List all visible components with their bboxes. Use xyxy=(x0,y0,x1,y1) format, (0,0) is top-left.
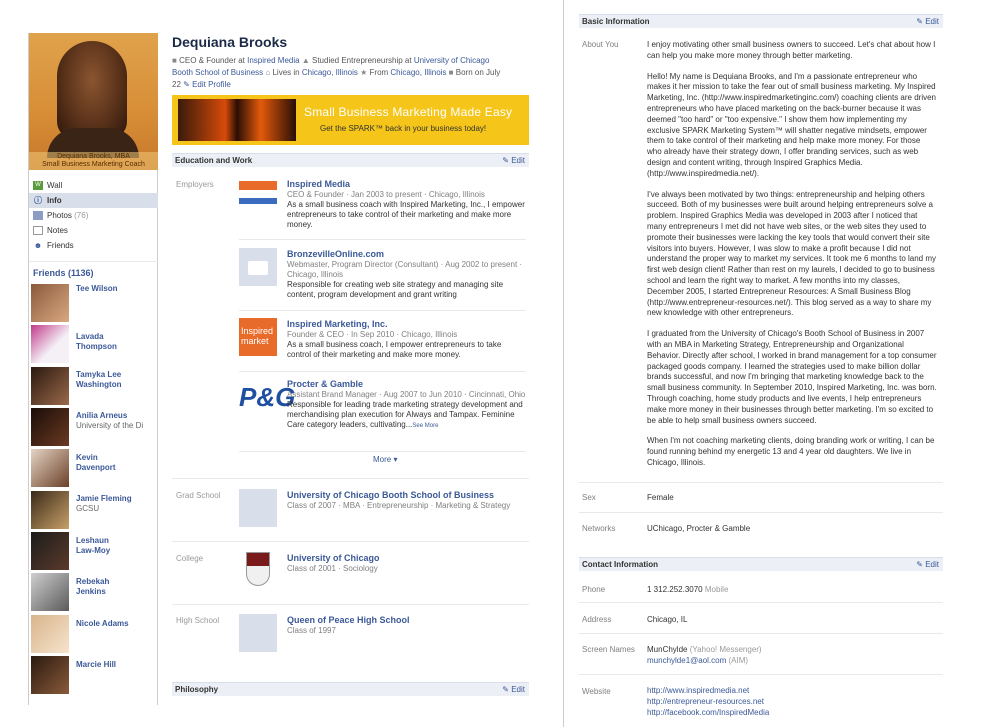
screen-names: MunChylde (Yahoo! Messenger) munchylde1@… xyxy=(647,645,762,665)
friend-item[interactable]: Rebekah Jenkins xyxy=(31,573,157,613)
graduation-cap-icon[interactable] xyxy=(239,489,277,527)
pencil-icon: ✎ xyxy=(916,17,923,26)
profile-face xyxy=(57,41,127,139)
promo-banner[interactable]: Small Business Marketing Made Easy Get t… xyxy=(172,95,529,145)
notes-icon xyxy=(33,226,43,235)
pencil-icon: ✎ xyxy=(502,685,509,694)
friend-avatar xyxy=(31,532,69,570)
address-value: Chicago, IL xyxy=(647,615,688,624)
photo-caption: Dequiana Brooks, MBA Small Business Mark… xyxy=(29,152,158,170)
friends-icon: ☻ xyxy=(33,241,43,250)
school-item: University of Chicago Class of 2001 · Soc… xyxy=(239,552,529,592)
philosophy-header: Philosophy ✎ Edit xyxy=(172,682,529,696)
edit-button[interactable]: ✎ Edit xyxy=(916,15,939,28)
see-more-link[interactable]: See More xyxy=(412,423,438,429)
friend-avatar xyxy=(31,325,69,363)
job-item: BronzevilleOnline.com Webmaster, Program … xyxy=(239,248,529,308)
friend-avatar xyxy=(31,367,69,405)
school-item: Queen of Peace High School Class of 1997 xyxy=(239,614,529,654)
wall-icon: W xyxy=(33,181,43,190)
friend-item[interactable]: Lavada Thompson xyxy=(31,325,157,365)
friend-item[interactable]: Jamie Fleming GCSU xyxy=(31,491,157,531)
contact-info-header: Contact Information ✎ Edit xyxy=(579,557,943,571)
friend-avatar xyxy=(31,573,69,611)
friend-avatar xyxy=(31,284,69,322)
edit-button[interactable]: ✎ Edit xyxy=(502,683,525,696)
job-item: Inspired market Inspired Marketing, Inc.… xyxy=(239,318,502,359)
nav-notes[interactable]: Notes xyxy=(29,223,158,238)
pencil-icon: ✎ xyxy=(916,560,923,569)
school-icon: ▲ xyxy=(301,56,310,65)
briefcase-icon: ■ xyxy=(172,56,177,65)
friends-header[interactable]: Friends (1136) xyxy=(33,268,94,278)
education-work-header: Education and Work ✎ Edit xyxy=(172,153,529,167)
lives-link[interactable]: Chicago, Illinois xyxy=(302,68,358,77)
website-link[interactable]: http://www.inspiredmedia.net xyxy=(647,686,937,697)
school-link-2[interactable]: Booth School of Business xyxy=(172,68,263,77)
friend-item[interactable]: Tee Wilson xyxy=(31,284,157,324)
graduation-cap-icon[interactable] xyxy=(239,614,277,652)
friend-avatar xyxy=(31,615,69,653)
inspired-media-logo[interactable] xyxy=(239,178,277,216)
profile-photo[interactable]: Dequiana Brooks, MBA Small Business Mark… xyxy=(29,33,158,170)
website-link[interactable]: http://facebook.com/InspiredMedia xyxy=(647,708,937,719)
friend-avatar xyxy=(31,408,69,446)
more-link[interactable]: More ▾ xyxy=(373,455,397,464)
friend-avatar xyxy=(31,491,69,529)
profile-summary: ■ CEO & Founder at Inspired Media ▲ Stud… xyxy=(172,56,501,89)
nav-wall[interactable]: W Wall xyxy=(29,178,158,193)
friend-item[interactable]: Nicole Adams xyxy=(31,615,157,655)
website-link[interactable]: http://entrepreneur-resources.net xyxy=(647,697,937,708)
pg-logo[interactable]: P&G xyxy=(239,378,295,416)
job-item: Inspired Media CEO & Founder · Jan 2003 t… xyxy=(239,178,529,238)
home-icon: ⌂ xyxy=(265,68,271,77)
edit-profile-link[interactable]: Edit Profile xyxy=(192,80,231,89)
websites: http://www.inspiredmedia.net http://entr… xyxy=(647,686,937,718)
friend-item[interactable]: Kevin Davenport xyxy=(31,449,157,489)
friend-avatar xyxy=(31,449,69,487)
friend-item[interactable]: Marcie Hill xyxy=(31,656,157,696)
pencil-icon: ✎ xyxy=(183,80,190,89)
briefcase-placeholder-icon[interactable] xyxy=(239,248,277,286)
school-item: University of Chicago Booth School of Bu… xyxy=(239,489,529,529)
from-link[interactable]: Chicago, Illinois xyxy=(390,68,446,77)
phone-value: 1 312.252.3070 Mobile xyxy=(647,585,729,594)
friend-avatar xyxy=(31,656,69,694)
friend-item[interactable]: Leshaun Law-Moy xyxy=(31,532,157,572)
info-icon: ⓘ xyxy=(34,196,42,205)
cake-icon: ■ xyxy=(448,68,454,77)
edit-button[interactable]: ✎ Edit xyxy=(916,558,939,571)
profile-name: Dequiana Brooks xyxy=(172,34,288,50)
friend-item[interactable]: Anilia Arneus University of the Di xyxy=(31,408,157,448)
edit-button[interactable]: ✎ Edit xyxy=(502,154,525,167)
photos-icon xyxy=(33,211,43,220)
school-link[interactable]: University of Chicago xyxy=(414,56,490,65)
friend-item[interactable]: Tamyka Lee Washington xyxy=(31,367,157,407)
networks-value: UChicago, Procter & Gamble xyxy=(647,524,751,533)
pencil-icon: ✎ xyxy=(502,156,509,165)
nav-photos[interactable]: Photos (76) xyxy=(29,208,158,223)
job-item: P&G Procter & Gamble Assistant Brand Mana… xyxy=(239,378,526,429)
sex-value: Female xyxy=(647,493,674,502)
left-sidebar: Dequiana Brooks, MBA Small Business Mark… xyxy=(28,33,158,705)
nav-friends[interactable]: ☻ Friends xyxy=(29,238,158,253)
basic-info-header: Basic Information ✎ Edit xyxy=(579,14,943,28)
inspired-marketing-logo[interactable]: Inspired market xyxy=(239,318,277,356)
product-boxes-image xyxy=(178,99,296,141)
panel-divider xyxy=(563,0,564,727)
pin-icon: ★ xyxy=(360,68,368,77)
nav-info[interactable]: ⓘ Info xyxy=(29,193,158,208)
employer-link[interactable]: Inspired Media xyxy=(247,56,299,65)
uchicago-crest-icon[interactable] xyxy=(239,552,277,590)
about-text: I enjoy motivating other small business … xyxy=(647,40,937,467)
